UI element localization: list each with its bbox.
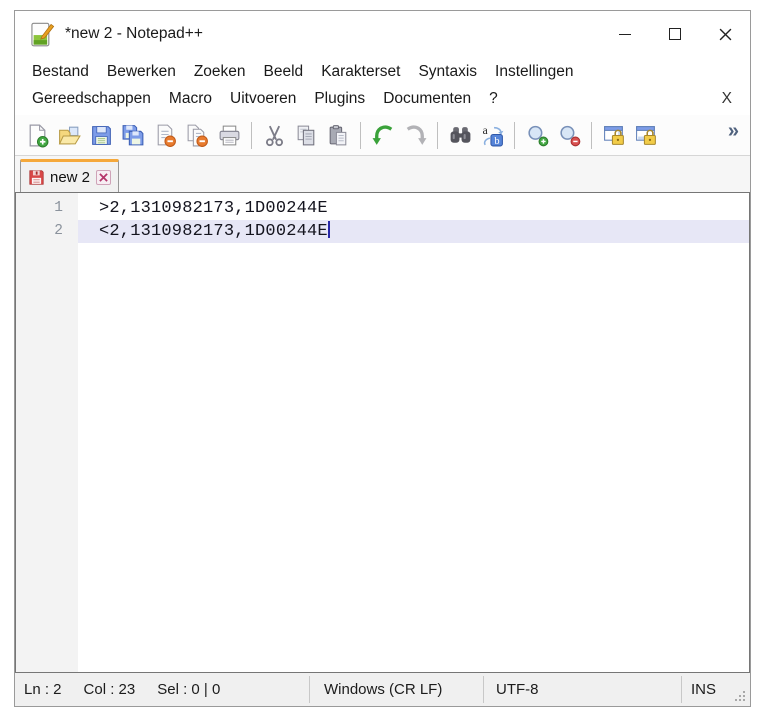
paste-button[interactable]	[322, 120, 354, 151]
status-selection: Sel : 0 | 0	[157, 681, 221, 698]
find-button[interactable]	[444, 120, 476, 151]
undo-icon	[372, 125, 392, 145]
redo-icon	[406, 125, 426, 145]
close-all-button[interactable]	[181, 120, 213, 151]
sync-vertical-scroll-button[interactable]	[598, 120, 630, 151]
status-bar: Ln : 2 Col : 23 Sel : 0 | 0 Windows (CR …	[15, 673, 750, 706]
menu-zoeken[interactable]: Zoeken	[185, 61, 255, 83]
menu-beeld[interactable]: Beeld	[255, 61, 313, 83]
sync-vertical-scroll-icon	[603, 125, 624, 145]
zoom-in-icon	[527, 125, 548, 146]
menu-gereedschappen[interactable]: Gereedschappen	[25, 88, 160, 110]
close-all-icon	[187, 124, 208, 147]
status-column: Col : 23	[83, 681, 136, 698]
menu-uitvoeren[interactable]: Uitvoeren	[221, 88, 305, 110]
save-all-button[interactable]	[117, 120, 149, 151]
code-line-1: 1 >2,1310982173,1D00244E	[16, 197, 749, 220]
sync-horizontal-scroll-button[interactable]	[630, 120, 662, 151]
unsaved-indicator-icon	[28, 169, 50, 186]
new-file-icon	[29, 123, 48, 147]
resize-grip-icon	[735, 691, 745, 701]
line-number: 1	[54, 200, 63, 216]
status-insert-mode[interactable]: INS	[682, 673, 726, 706]
menu-plugins[interactable]: Plugins	[305, 88, 374, 110]
replace-button[interactable]: ab	[476, 120, 508, 151]
tab-label: new 2	[50, 169, 91, 186]
toolbar-separator	[591, 121, 592, 149]
minimize-icon	[619, 33, 631, 35]
minimize-button[interactable]	[600, 11, 650, 57]
menu-bestand[interactable]: Bestand	[25, 61, 98, 83]
close-icon	[719, 28, 731, 40]
close-file-icon	[157, 124, 176, 147]
toolbar-overflow-chevron[interactable]: »	[728, 120, 744, 150]
copy-icon	[297, 125, 314, 145]
toolbar-separator	[514, 121, 515, 149]
status-encoding[interactable]: UTF-8	[484, 673, 681, 706]
print-button[interactable]	[213, 120, 245, 151]
cut-icon	[265, 125, 283, 146]
editor-surface[interactable]: 1 >2,1310982173,1D00244E 2 <2,1310982173…	[15, 192, 750, 673]
zoom-in-button[interactable]	[521, 120, 553, 151]
close-button[interactable]	[700, 11, 750, 57]
notepad-plus-plus-logo-icon	[28, 21, 55, 48]
toolbar-separator	[437, 121, 438, 149]
tab-bar: new 2	[15, 155, 750, 193]
undo-button[interactable]	[367, 120, 399, 151]
menu-instellingen[interactable]: Instellingen	[486, 61, 582, 83]
toolbar: ab »	[15, 115, 750, 155]
svg-text:b: b	[494, 135, 499, 146]
menu-row-1: Bestand Bewerken Zoeken Beeld Karakterse…	[25, 58, 740, 85]
tab-close-button[interactable]	[96, 170, 112, 185]
copy-button[interactable]	[290, 120, 322, 151]
menu-karakterset[interactable]: Karakterset	[312, 61, 409, 83]
line-text: <2,1310982173,1D00244E	[78, 220, 749, 243]
line-text: >2,1310982173,1D00244E	[99, 199, 328, 218]
cut-button[interactable]	[258, 120, 290, 151]
replace-icon: ab	[482, 124, 503, 146]
tab-close-icon	[99, 173, 108, 182]
status-line: Ln : 2	[24, 681, 62, 698]
menu-close-document-button[interactable]: X	[714, 88, 740, 110]
window-title: *new 2 - Notepad++	[65, 25, 203, 42]
menu-help[interactable]: ?	[480, 88, 507, 110]
open-file-icon	[58, 126, 81, 144]
menu-row-2: Gereedschappen Macro Uitvoeren Plugins D…	[25, 85, 740, 112]
menu-syntaxis[interactable]: Syntaxis	[409, 61, 486, 83]
redo-button[interactable]	[399, 120, 431, 151]
menu-bar: Bestand Bewerken Zoeken Beeld Karakterse…	[15, 57, 750, 115]
paste-icon	[329, 124, 346, 145]
toolbar-separator	[251, 121, 252, 149]
menu-macro[interactable]: Macro	[160, 88, 221, 110]
svg-text:a: a	[482, 124, 487, 136]
open-file-button[interactable]	[53, 120, 85, 151]
zoom-out-button[interactable]	[553, 120, 585, 151]
text-caret	[327, 221, 330, 238]
maximize-icon	[669, 28, 681, 40]
notepad-plus-plus-window: *new 2 - Notepad++ Bestand Bewerken Zoek…	[14, 10, 751, 707]
save-all-icon	[122, 124, 143, 145]
print-icon	[219, 125, 239, 145]
toolbar-separator	[360, 121, 361, 149]
save-file-button[interactable]	[85, 120, 117, 151]
status-cursor-position[interactable]: Ln : 2 Col : 23 Sel : 0 | 0	[15, 673, 309, 706]
code-line-2-current: 2 <2,1310982173,1D00244E	[16, 220, 749, 243]
resize-grip[interactable]	[726, 673, 750, 706]
sync-horizontal-scroll-icon	[635, 125, 656, 145]
titlebar[interactable]: *new 2 - Notepad++	[15, 11, 750, 57]
find-icon	[450, 126, 470, 143]
zoom-out-icon	[559, 125, 580, 146]
save-file-icon	[91, 125, 111, 145]
status-eol-format[interactable]: Windows (CR LF)	[310, 673, 483, 706]
window-controls	[600, 11, 750, 57]
tab-new-2[interactable]: new 2	[20, 159, 120, 193]
menu-documenten[interactable]: Documenten	[374, 88, 480, 110]
line-text-content: <2,1310982173,1D00244E	[99, 222, 328, 241]
line-number: 2	[54, 223, 63, 239]
close-file-button[interactable]	[149, 120, 181, 151]
menu-bewerken[interactable]: Bewerken	[98, 61, 185, 83]
maximize-button[interactable]	[650, 11, 700, 57]
new-file-button[interactable]	[21, 120, 53, 151]
